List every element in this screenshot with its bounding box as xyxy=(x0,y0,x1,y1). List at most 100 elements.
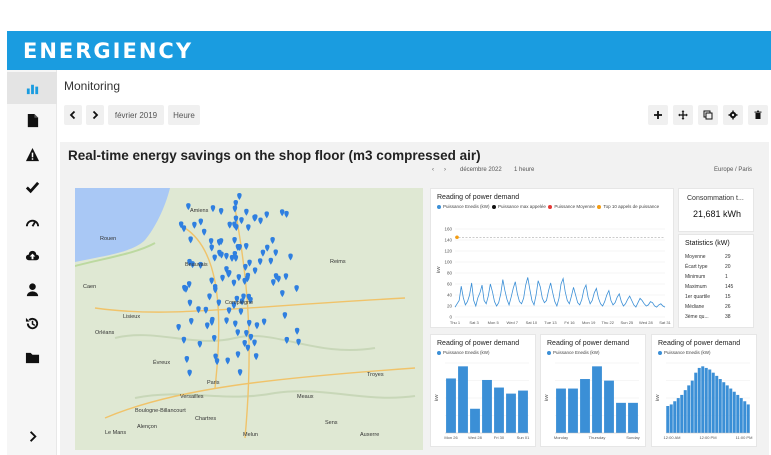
inner-granularity[interactable]: 1 heure xyxy=(514,167,534,173)
site-marker[interactable] xyxy=(187,369,192,377)
site-marker[interactable] xyxy=(233,320,238,328)
site-marker[interactable] xyxy=(257,258,263,266)
site-marker[interactable] xyxy=(235,351,241,359)
site-marker[interactable] xyxy=(207,293,212,301)
site-marker[interactable] xyxy=(246,224,251,232)
bar[interactable] xyxy=(676,398,680,433)
bar[interactable] xyxy=(718,379,722,433)
site-marker[interactable] xyxy=(187,299,193,307)
site-marker[interactable] xyxy=(218,208,224,216)
site-marker[interactable] xyxy=(284,336,290,344)
site-marker[interactable] xyxy=(220,274,225,282)
brand-logo[interactable]: ENERGIENCY xyxy=(23,39,193,63)
site-marker[interactable] xyxy=(212,254,217,262)
site-marker[interactable] xyxy=(232,236,237,244)
site-marker[interactable] xyxy=(294,285,299,293)
bar[interactable] xyxy=(708,369,712,433)
site-marker[interactable] xyxy=(184,356,190,364)
bar[interactable] xyxy=(446,378,456,433)
bar[interactable] xyxy=(743,401,747,433)
bar[interactable] xyxy=(616,402,626,433)
bar[interactable] xyxy=(736,394,740,433)
site-marker[interactable] xyxy=(258,217,263,225)
site-marker[interactable] xyxy=(265,244,270,252)
site-marker[interactable] xyxy=(244,208,249,216)
bar[interactable] xyxy=(568,388,578,433)
bar[interactable] xyxy=(669,404,673,433)
site-marker[interactable] xyxy=(273,249,278,257)
sidebar-item-users[interactable] xyxy=(7,273,57,305)
site-marker[interactable] xyxy=(176,323,181,331)
site-marker[interactable] xyxy=(227,221,232,229)
sidebar-item-history[interactable] xyxy=(7,307,57,339)
site-marker[interactable] xyxy=(208,238,214,246)
bar[interactable] xyxy=(690,380,694,433)
bar[interactable] xyxy=(592,366,602,433)
inner-period[interactable]: décembre 2022 xyxy=(460,167,502,173)
site-marker[interactable] xyxy=(264,211,269,219)
site-marker[interactable] xyxy=(226,307,232,315)
site-marker[interactable] xyxy=(247,259,252,267)
inner-prev-icon[interactable]: ‹ xyxy=(432,167,434,173)
site-marker[interactable] xyxy=(203,306,209,314)
site-marker[interactable] xyxy=(260,249,266,257)
bar[interactable] xyxy=(518,390,528,433)
bar[interactable] xyxy=(673,401,677,433)
site-marker[interactable] xyxy=(252,267,258,275)
prev-period-button[interactable] xyxy=(64,105,82,125)
site-marker[interactable] xyxy=(253,353,259,361)
site-marker[interactable] xyxy=(296,338,301,346)
bar[interactable] xyxy=(470,408,480,433)
site-marker[interactable] xyxy=(231,279,237,287)
site-marker[interactable] xyxy=(210,205,216,213)
site-marker[interactable] xyxy=(294,327,300,335)
site-marker[interactable] xyxy=(236,274,242,282)
site-marker[interactable] xyxy=(254,322,260,330)
sidebar-item-performance[interactable] xyxy=(7,206,57,238)
site-marker[interactable] xyxy=(226,270,231,278)
site-marker[interactable] xyxy=(284,210,289,218)
bar[interactable] xyxy=(458,366,468,433)
bar[interactable] xyxy=(694,372,698,433)
site-marker[interactable] xyxy=(224,252,229,260)
sites-map[interactable]: Paris Orléans Amiens Rouen Reims Caen Compiègn… xyxy=(75,188,423,450)
site-marker[interactable] xyxy=(238,308,244,316)
site-marker[interactable] xyxy=(239,217,244,225)
bar[interactable] xyxy=(715,375,719,433)
site-marker[interactable] xyxy=(243,243,249,251)
daily-bar-plot[interactable]: kW Mon 26 Wed 28 Fri 30 Sun 01 xyxy=(431,335,537,448)
bar[interactable] xyxy=(746,404,750,433)
bar[interactable] xyxy=(680,394,684,433)
next-period-button[interactable] xyxy=(86,105,104,125)
site-marker[interactable] xyxy=(283,273,289,281)
sidebar-item-folders[interactable] xyxy=(7,341,57,373)
sidebar-item-alerts[interactable] xyxy=(7,138,57,170)
bar[interactable] xyxy=(687,385,691,433)
line-chart-plot[interactable]: 160 140 120 100 80 60 40 20 0 kW Thu 1 Sat 3 Mon 5 We… xyxy=(431,189,675,329)
site-marker[interactable] xyxy=(288,253,293,261)
site-marker[interactable] xyxy=(216,299,222,307)
period-selector[interactable]: février 2019 xyxy=(108,105,164,125)
sidebar-item-upload[interactable] xyxy=(7,239,57,271)
bar[interactable] xyxy=(739,398,743,433)
site-marker[interactable] xyxy=(237,369,243,377)
site-marker[interactable] xyxy=(235,329,241,337)
site-marker[interactable] xyxy=(271,279,276,287)
bar[interactable] xyxy=(666,406,670,433)
site-marker[interactable] xyxy=(188,236,193,244)
bar[interactable] xyxy=(711,372,715,433)
inner-next-icon[interactable]: › xyxy=(444,167,446,173)
site-marker[interactable] xyxy=(229,254,235,262)
site-marker[interactable] xyxy=(261,318,267,326)
site-marker[interactable] xyxy=(270,236,275,244)
series-line[interactable] xyxy=(454,276,666,308)
site-marker[interactable] xyxy=(209,277,214,285)
site-marker[interactable] xyxy=(224,317,229,325)
site-marker[interactable] xyxy=(232,205,238,213)
add-widget-button[interactable] xyxy=(648,105,668,125)
bar[interactable] xyxy=(580,379,590,433)
site-marker[interactable] xyxy=(280,290,285,298)
bar[interactable] xyxy=(482,379,492,433)
site-marker[interactable] xyxy=(225,357,230,365)
site-marker[interactable] xyxy=(192,221,197,229)
